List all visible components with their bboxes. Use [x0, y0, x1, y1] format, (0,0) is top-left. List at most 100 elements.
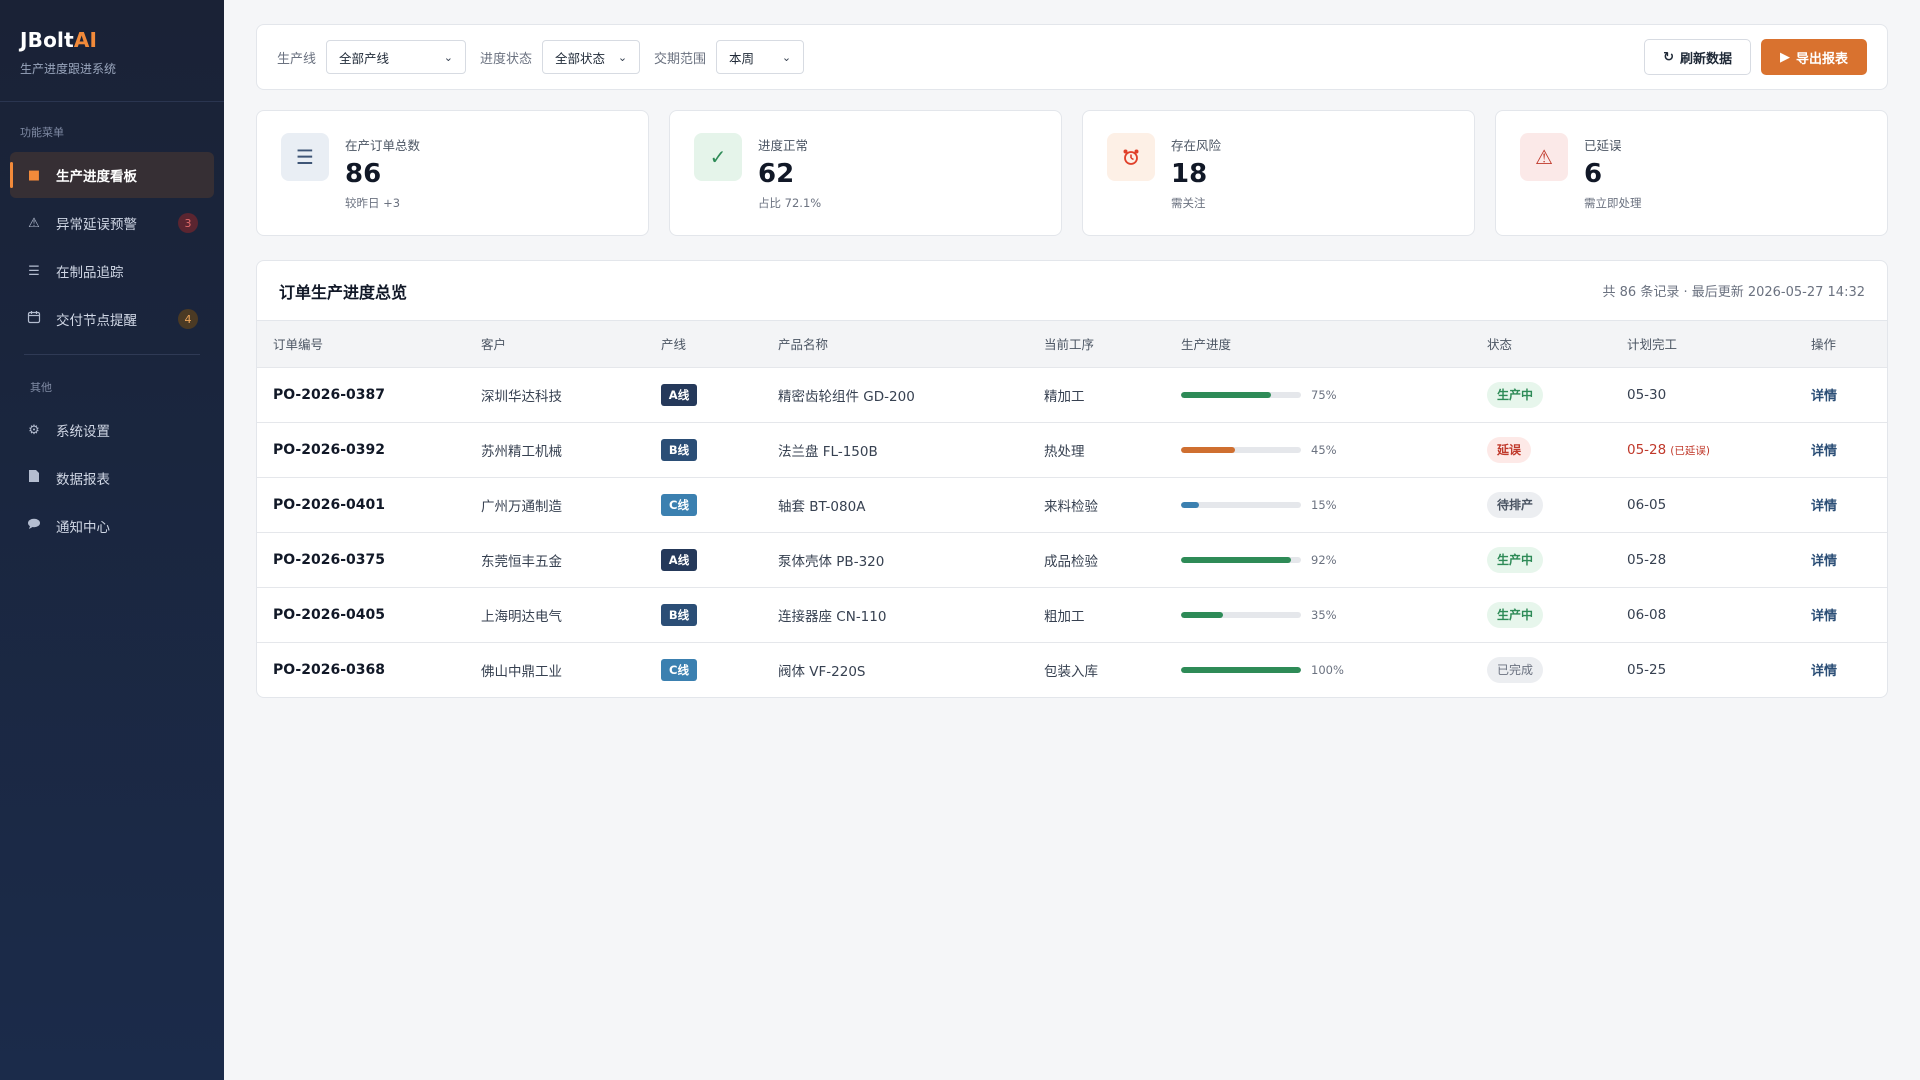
due-date: 05-28 (已延误)	[1611, 422, 1795, 477]
progress-bar	[1181, 666, 1301, 673]
status-badge: 延误	[1487, 436, 1532, 463]
product-name: 阀体 VF-220S	[778, 663, 866, 680]
column-header[interactable]: 订单编号	[257, 321, 465, 367]
column-header[interactable]: 产线	[645, 321, 762, 367]
column-header[interactable]: 当前工序	[1028, 321, 1165, 367]
progress-bar-fill	[1181, 446, 1235, 453]
status-filter-select[interactable]: 全部状态 ⌄	[542, 40, 641, 74]
range-filter-select[interactable]: 本周 ⌄	[716, 40, 805, 74]
refresh-button[interactable]: ↻ 刷新数据	[1644, 39, 1751, 75]
customer-name: 深圳华达科技	[481, 388, 562, 405]
order-number: PO-2026-0392	[273, 441, 385, 458]
action-cell: 详情	[1795, 532, 1887, 587]
sidebar-item-delivery-reminder[interactable]: 交付节点提醒 4	[10, 296, 214, 342]
kpi-label: 在产订单总数	[345, 138, 421, 153]
customer-name: 佛山中鼎工业	[481, 663, 562, 680]
sidebar-item-settings[interactable]: ⚙ 系统设置	[10, 407, 214, 453]
product-name: 轴套 BT-080A	[778, 498, 866, 515]
sidebar-item-notifications[interactable]: 通知中心	[10, 503, 214, 549]
brand-subtitle: 生产进度跟进系统	[20, 62, 117, 76]
status-cell: 生产中	[1471, 532, 1611, 587]
sidebar-item-progress-board[interactable]: ■ 生产进度看板	[10, 152, 214, 198]
sidebar-item-label: 交付节点提醒	[56, 313, 137, 329]
alarm-clock-icon	[1107, 133, 1155, 181]
sidebar-item-label: 异常延误预警	[56, 217, 137, 233]
product-name: 泵体壳体 PB-320	[778, 553, 885, 570]
sidebar-item-wip-tracking[interactable]: ☰ 在制品追踪	[10, 248, 214, 294]
detail-link[interactable]: 详情	[1811, 389, 1837, 404]
table-row: PO-2026-0401 广州万通制造 C线 轴套 BT-080A 来料检验 15% 待排产…	[257, 477, 1887, 532]
kpi-label: 存在风险	[1171, 138, 1222, 153]
action-cell: 详情	[1795, 477, 1887, 532]
progress-percent: 75%	[1311, 387, 1337, 402]
kpi-value: 18	[1171, 159, 1208, 189]
detail-link[interactable]: 详情	[1811, 499, 1837, 514]
kpi-sub: 较昨日 +3	[345, 195, 401, 210]
sidebar-item-label: 生产进度看板	[56, 169, 137, 185]
due-date-value: 06-08	[1627, 606, 1667, 623]
orders-table: 订单编号 客户 产线 产品名称 当前工序 生产进度 状态 计划完工 操作 PO-…	[257, 321, 1887, 697]
due-date-value: 05-30	[1627, 386, 1667, 403]
detail-link[interactable]: 详情	[1811, 444, 1837, 459]
current-process: 包装入库	[1044, 663, 1098, 680]
document-icon	[26, 469, 42, 487]
orders-table-card: 订单生产进度总览 共 86 条记录 · 最后更新 2026-05-27 14:3…	[256, 260, 1888, 698]
order-number: PO-2026-0375	[273, 551, 385, 568]
detail-link[interactable]: 详情	[1811, 664, 1837, 679]
sidebar-item-delay-alert[interactable]: ⚠ 异常延误预警 3	[10, 200, 214, 246]
count-badge: 3	[178, 213, 198, 233]
sidebar-item-label: 在制品追踪	[56, 265, 124, 281]
status-badge: 待排产	[1487, 491, 1544, 518]
progress-cell: 92%	[1165, 532, 1471, 587]
kpi-card-total: ☰ 在产订单总数 86 较昨日 +3	[256, 110, 649, 236]
kpi-value: 6	[1584, 159, 1603, 189]
filter-bar: 生产线 全部产线 ⌄ 进度状态 全部状态 ⌄ 交期范围 本周 ⌄ ↻ 刷新数据 ▶ 导…	[256, 24, 1888, 90]
chevron-down-icon: ⌄	[617, 50, 628, 64]
action-cell: 详情	[1795, 642, 1887, 697]
column-header[interactable]: 产品名称	[762, 321, 1028, 367]
progress-percent: 100%	[1311, 662, 1344, 677]
current-process: 成品检验	[1044, 553, 1098, 570]
due-note: (已延误)	[1670, 444, 1710, 457]
product-name: 法兰盘 FL-150B	[778, 443, 878, 460]
order-number: PO-2026-0368	[273, 661, 385, 678]
progress-bar	[1181, 391, 1301, 398]
current-process: 粗加工	[1044, 608, 1085, 625]
main-content: 生产线 全部产线 ⌄ 进度状态 全部状态 ⌄ 交期范围 本周 ⌄ ↻ 刷新数据 ▶ 导…	[224, 0, 1920, 1080]
column-header[interactable]: 计划完工	[1611, 321, 1795, 367]
progress-cell: 100%	[1165, 642, 1471, 697]
due-date: 05-25	[1611, 642, 1795, 697]
progress-bar-fill	[1181, 611, 1223, 618]
line-tag: A线	[661, 548, 697, 571]
kpi-value: 86	[345, 159, 382, 189]
sidebar: JBoltAI 生产进度跟进系统 功能菜单 ■ 生产进度看板 ⚠ 异常延误预警 …	[0, 0, 224, 1080]
progress-bar	[1181, 501, 1301, 508]
current-process: 热处理	[1044, 443, 1085, 460]
line-cell: C线	[645, 477, 762, 532]
current-process: 精加工	[1044, 388, 1085, 405]
status-filter-label: 进度状态	[480, 51, 533, 67]
column-header[interactable]: 生产进度	[1165, 321, 1471, 367]
due-date: 06-08	[1611, 587, 1795, 642]
detail-link[interactable]: 详情	[1811, 554, 1837, 569]
line-filter-select[interactable]: 全部产线 ⌄	[326, 40, 467, 74]
status-cell: 待排产	[1471, 477, 1611, 532]
due-date-value: 06-05	[1627, 496, 1667, 513]
brand-logo[interactable]: JBoltAI	[20, 28, 204, 52]
progress-bar-fill	[1181, 556, 1292, 563]
column-header: 操作	[1811, 337, 1837, 353]
sidebar-item-reports[interactable]: 数据报表	[10, 455, 214, 501]
column-header[interactable]: 状态	[1471, 321, 1611, 367]
table-row: PO-2026-0368 佛山中鼎工业 C线 阀体 VF-220S 包装入库 100% 已完…	[257, 642, 1887, 697]
line-cell: C线	[645, 642, 762, 697]
action-cell: 详情	[1795, 587, 1887, 642]
status-cell: 生产中	[1471, 587, 1611, 642]
status-badge: 生产中	[1487, 381, 1544, 408]
list-icon: ☰	[28, 263, 40, 279]
product-name: 连接器座 CN-110	[778, 608, 887, 625]
export-button[interactable]: ▶ 导出报表	[1760, 39, 1867, 75]
detail-link[interactable]: 详情	[1811, 609, 1837, 624]
column-header[interactable]: 客户	[465, 321, 645, 367]
line-tag: A线	[661, 383, 697, 406]
due-date: 06-05	[1611, 477, 1795, 532]
